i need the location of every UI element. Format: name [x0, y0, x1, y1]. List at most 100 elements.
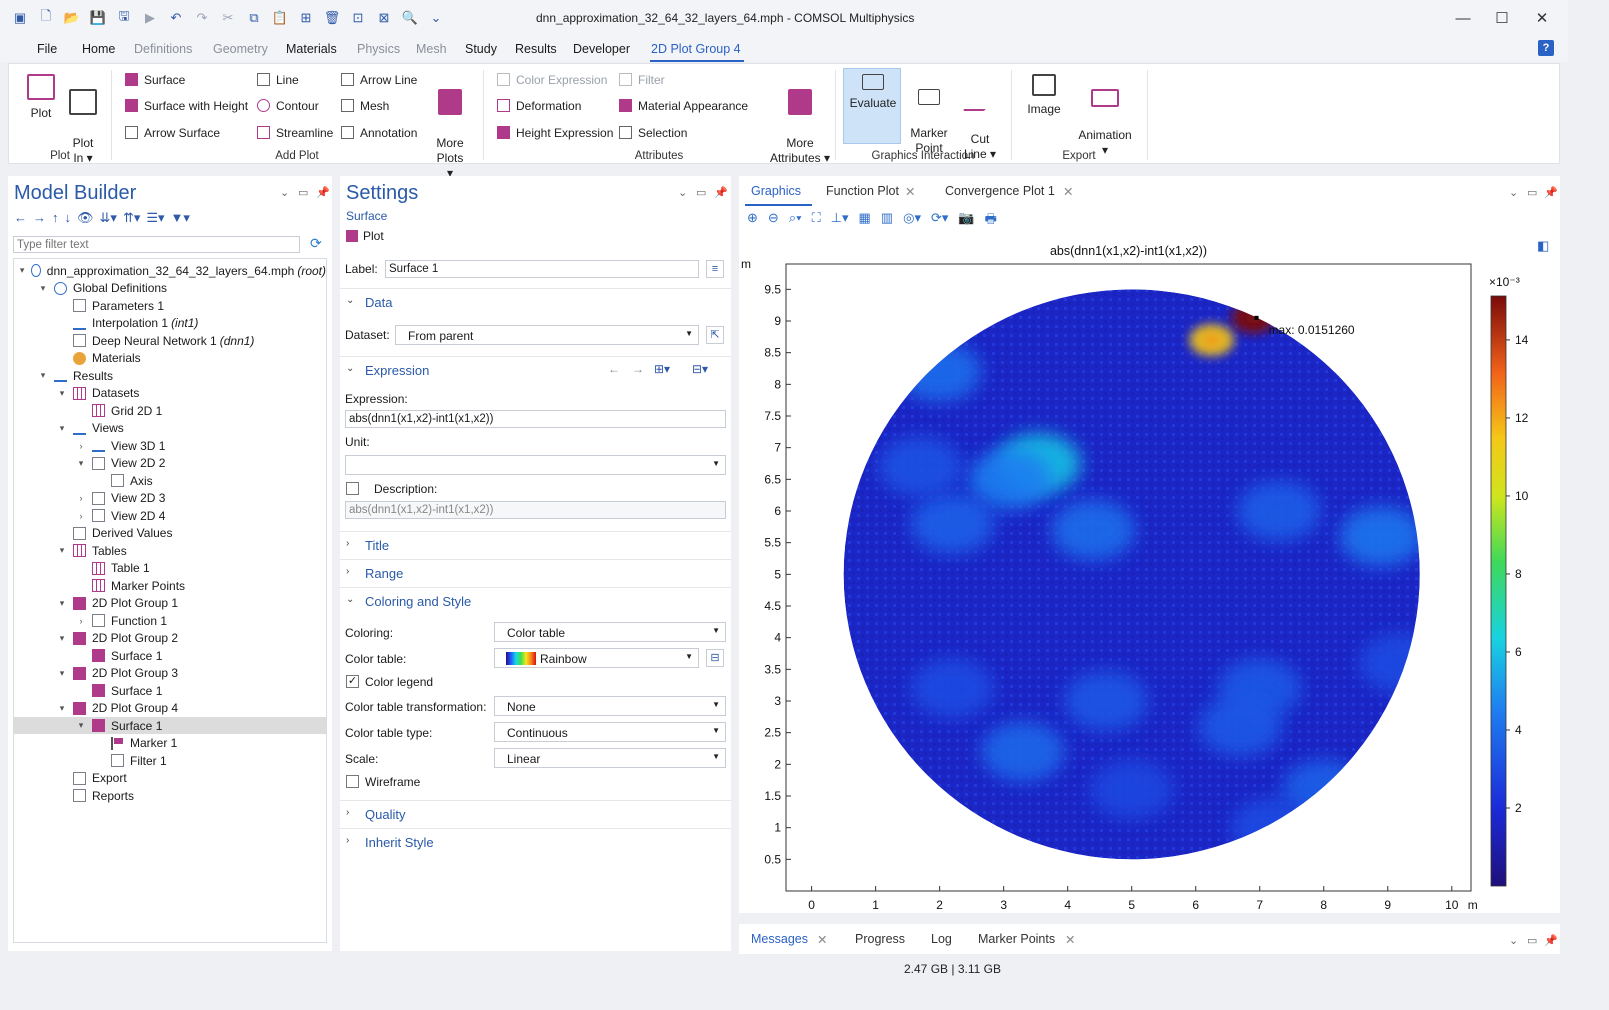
- run-icon[interactable]: ▶: [138, 6, 162, 30]
- open-folder-icon[interactable]: 📂: [60, 6, 84, 30]
- tree-toggle-icon[interactable]: ▾: [37, 283, 49, 294]
- plot-button[interactable]: Plot: [21, 74, 61, 121]
- menu-study[interactable]: Study: [465, 42, 497, 56]
- cut-line-button[interactable]: Cut Line ▾: [959, 74, 1001, 162]
- tree-toggle-icon[interactable]: ▾: [56, 668, 68, 679]
- tree-toggle-icon[interactable]: ▾: [75, 720, 87, 731]
- deformation-button[interactable]: Deformation: [497, 99, 581, 113]
- color-table-type-select[interactable]: Continuous ▼: [494, 722, 726, 742]
- add-line-button[interactable]: Line: [257, 73, 299, 87]
- tree-node[interactable]: Reports: [14, 787, 326, 804]
- tab-close-icon[interactable]: ✕: [1065, 932, 1075, 947]
- panel-minimize-icon[interactable]: ▭: [1527, 186, 1537, 199]
- tree-node[interactable]: Grid 2D 1: [14, 402, 326, 419]
- menu-physics[interactable]: Physics: [357, 42, 400, 56]
- section-coloring-style[interactable]: ⌄ Coloring and Style: [340, 587, 731, 613]
- animation-button[interactable]: Animation ▾: [1073, 74, 1137, 158]
- zoom-extents-icon[interactable]: ⛶: [812, 210, 821, 232]
- menu-mesh[interactable]: Mesh: [416, 42, 447, 56]
- tree-node[interactable]: Marker 1: [14, 735, 326, 752]
- filter-input[interactable]: [13, 236, 300, 253]
- panel-minimize-icon[interactable]: ▭: [696, 186, 706, 199]
- tree-node[interactable]: Filter 1: [14, 752, 326, 769]
- tree-toggle-icon[interactable]: ›: [75, 441, 87, 451]
- tree-node[interactable]: ▾ 2D Plot Group 2: [14, 630, 326, 647]
- tree-node[interactable]: Derived Values: [14, 525, 326, 542]
- color-table-browse-icon[interactable]: ⊟: [706, 649, 724, 667]
- section-data[interactable]: ⌄ Data: [340, 288, 731, 314]
- forward-arrow-icon[interactable]: →: [33, 210, 46, 226]
- tree-node[interactable]: Interpolation 1 (int1): [14, 315, 326, 332]
- tree-node[interactable]: Parameters 1: [14, 297, 326, 314]
- menu-definitions[interactable]: Definitions: [134, 42, 192, 56]
- label-field[interactable]: Surface 1: [385, 260, 699, 278]
- menu-developer[interactable]: Developer: [573, 42, 630, 56]
- color-expression-button[interactable]: Color Expression: [497, 73, 607, 87]
- tree-toggle-icon[interactable]: ›: [75, 493, 87, 503]
- add-streamline-button[interactable]: Streamline: [257, 126, 333, 140]
- tree-node[interactable]: › View 2D 4: [14, 507, 326, 524]
- tab-log[interactable]: Log: [931, 932, 952, 946]
- settings-plot-button[interactable]: Plot: [346, 229, 384, 243]
- tree-node[interactable]: ▾ Results: [14, 367, 326, 384]
- grid-icon[interactable]: ▦: [859, 210, 871, 232]
- dataset-goto-icon[interactable]: ⇱: [706, 326, 724, 344]
- new-file-icon[interactable]: 🗋: [34, 6, 58, 30]
- undo-icon[interactable]: ↶: [164, 6, 188, 30]
- tab-messages[interactable]: Messages: [751, 932, 808, 946]
- duplicate-icon[interactable]: ⊞: [294, 6, 318, 30]
- menu-materials[interactable]: Materials: [286, 42, 337, 56]
- add-arrow-surface-button[interactable]: Arrow Surface: [125, 126, 220, 140]
- delete-icon[interactable]: 🗑: [320, 6, 344, 30]
- unit-select[interactable]: ▼: [345, 455, 726, 475]
- menu-file[interactable]: File: [37, 42, 57, 56]
- copy-icon[interactable]: ⧉: [242, 6, 266, 30]
- collapse-tree-icon[interactable]: ⇈▾: [123, 210, 140, 226]
- menu-home[interactable]: Home: [82, 42, 115, 56]
- tree-node[interactable]: › View 3D 1: [14, 437, 326, 454]
- tab-function-plot[interactable]: Function Plot: [826, 184, 899, 198]
- tree-node[interactable]: ▾ View 2D 2: [14, 455, 326, 472]
- image-button[interactable]: Image: [1021, 74, 1067, 117]
- tree-node[interactable]: ▾ Global Definitions: [14, 280, 326, 297]
- move-up-icon[interactable]: ↑: [52, 210, 59, 226]
- add-surface-button[interactable]: Surface: [125, 73, 185, 87]
- help-icon[interactable]: ?: [1538, 40, 1554, 56]
- expression-back-icon[interactable]: ←: [608, 362, 620, 376]
- coloring-select[interactable]: Color table ▼: [494, 622, 726, 642]
- save-icon[interactable]: 💾: [86, 6, 110, 30]
- tree-node[interactable]: Axis: [14, 472, 326, 489]
- refresh-icon[interactable]: ⟳: [310, 235, 322, 252]
- build-icon[interactable]: ⊡: [346, 6, 370, 30]
- menu-2d-plot-group-4[interactable]: 2D Plot Group 4: [651, 42, 741, 56]
- panel-menu-icon[interactable]: ⌄: [1509, 934, 1518, 947]
- panel-minimize-icon[interactable]: ▭: [298, 186, 308, 199]
- tree-toggle-icon[interactable]: ›: [75, 511, 87, 521]
- tree-node[interactable]: ▾ Tables: [14, 542, 326, 559]
- surface-plot[interactable]: abs(dnn1(x1,x2)-int1(x1,x2)) max: 0.01512…: [739, 234, 1560, 913]
- refresh-icon[interactable]: ⟳▾: [931, 210, 948, 232]
- insert-expression-icon[interactable]: ⊟▾: [692, 362, 708, 376]
- scene-light-icon[interactable]: ◎▾: [903, 210, 921, 232]
- close-button[interactable]: ✕: [1530, 6, 1554, 30]
- find-icon[interactable]: 🔍: [398, 6, 422, 30]
- tree-node[interactable]: › View 2D 3: [14, 490, 326, 507]
- back-arrow-icon[interactable]: ←: [14, 210, 27, 226]
- tree-node[interactable]: › Function 1: [14, 612, 326, 629]
- customize-icon[interactable]: ⌄: [424, 6, 448, 30]
- tree-toggle-icon[interactable]: ▾: [56, 598, 68, 609]
- height-expression-button[interactable]: Height Expression: [497, 126, 613, 140]
- tree-toggle-icon[interactable]: ▾: [37, 370, 49, 381]
- section-expression[interactable]: ⌄ Expression: [340, 356, 731, 382]
- tree-node[interactable]: ▾ 2D Plot Group 1: [14, 595, 326, 612]
- redo-icon[interactable]: ↷: [190, 6, 214, 30]
- show-icon[interactable]: 👁: [77, 210, 94, 226]
- tree-toggle-icon[interactable]: ▾: [56, 423, 68, 434]
- tab-close-icon[interactable]: ✕: [1063, 184, 1073, 199]
- zoom-box-icon[interactable]: ⌕▾: [789, 210, 802, 232]
- filter-button[interactable]: Filter: [619, 73, 665, 87]
- label-edit-icon[interactable]: ≡: [706, 260, 724, 278]
- print-icon[interactable]: 🖶: [985, 210, 997, 232]
- wireframe-checkbox[interactable]: [346, 775, 359, 788]
- section-title[interactable]: › Title: [340, 531, 731, 557]
